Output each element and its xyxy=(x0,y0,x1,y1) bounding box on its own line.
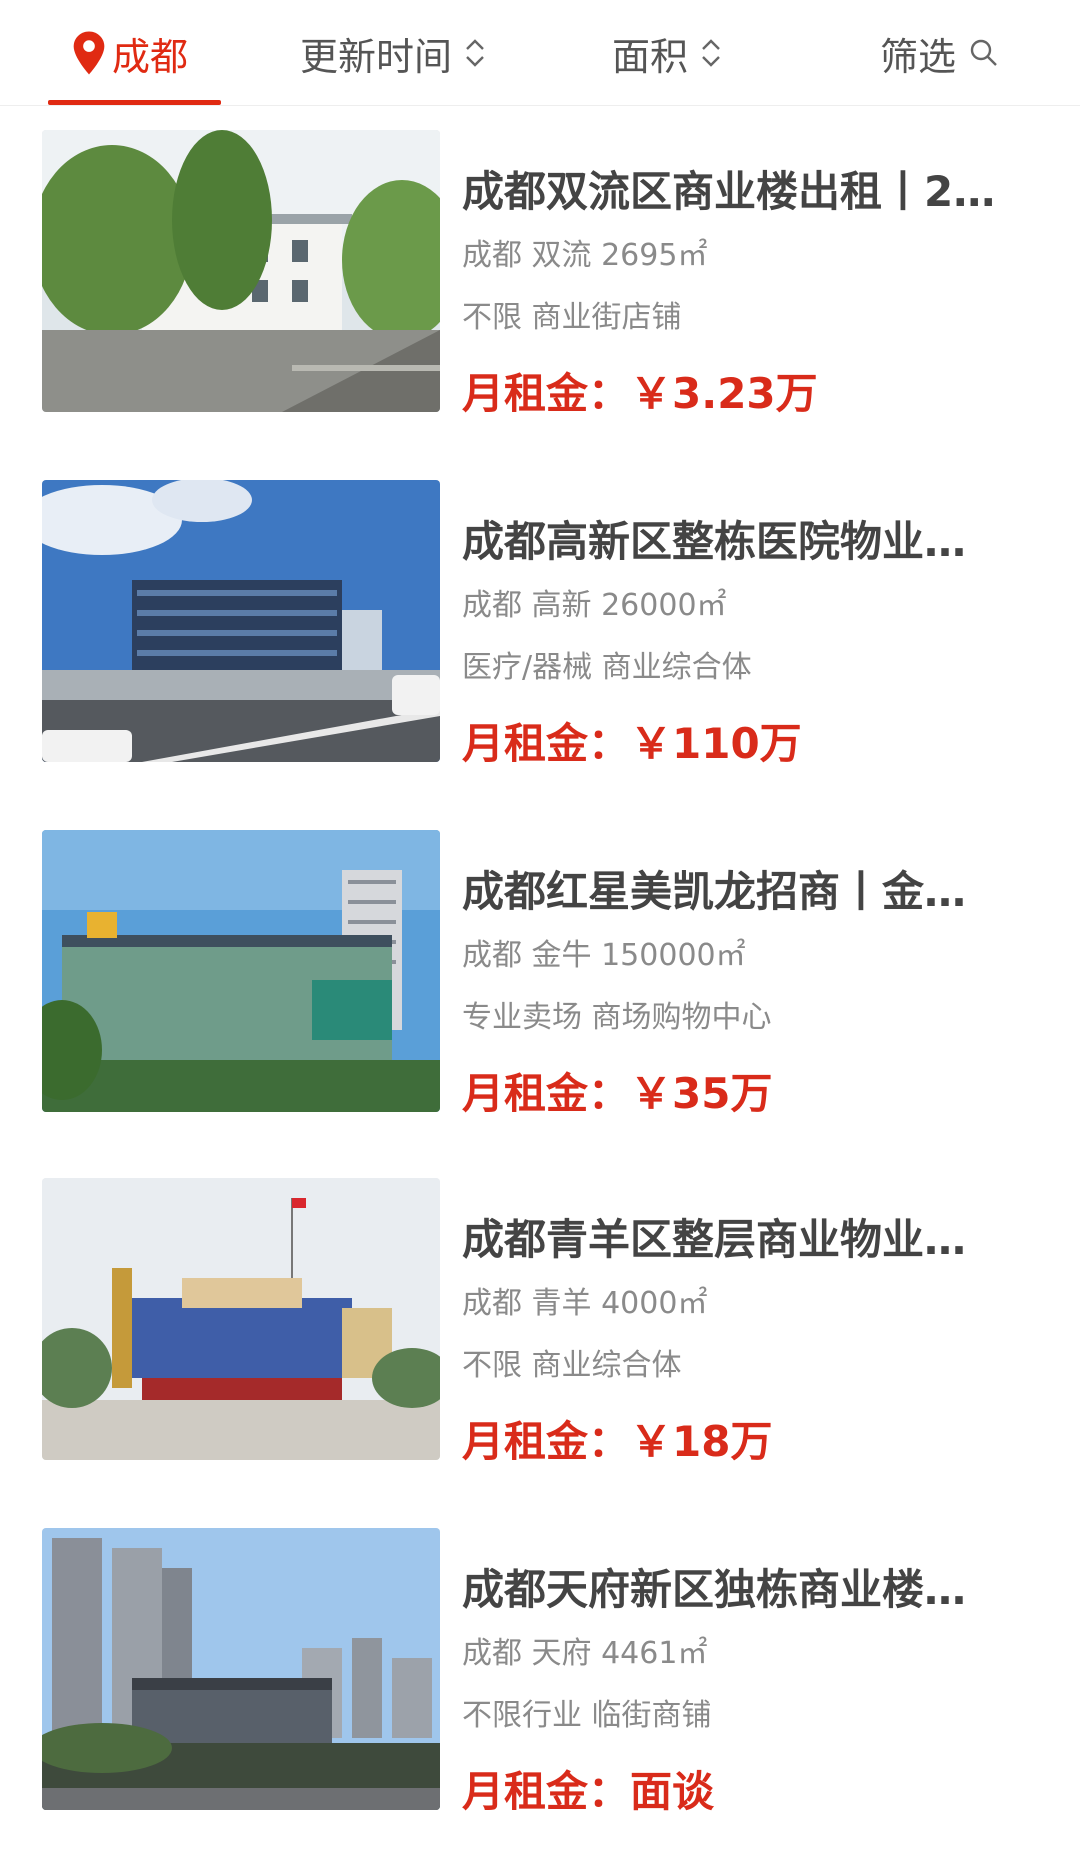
listing-industry: 不限行业 xyxy=(462,1698,582,1733)
city-selector[interactable]: 成都 xyxy=(70,0,188,106)
listing-card[interactable]: 成都青羊区整层商业物业… 成都 青羊 4000㎡ 不限 商业综合体 月租金：￥1… xyxy=(0,1168,1080,1466)
listing-city: 成都 xyxy=(462,588,522,623)
listing-type: 临街商铺 xyxy=(591,1698,712,1733)
listing-area: 4461㎡ xyxy=(601,1636,708,1671)
listing-category: 不限 商业综合体 xyxy=(462,1340,1042,1384)
listing-price: 月租金：￥3.23万 xyxy=(462,360,818,421)
city-label: 成都 xyxy=(112,34,189,79)
listing-price: 月租金：面谈 xyxy=(462,1758,714,1819)
listing-type: 商场购物中心 xyxy=(591,1000,772,1035)
price-label: 月租金： xyxy=(462,1417,631,1466)
price-value: ￥110万 xyxy=(630,719,802,768)
price-label: 月租金： xyxy=(462,369,631,418)
listing-price: 月租金：￥110万 xyxy=(462,710,802,771)
listing-industry: 不限 xyxy=(462,1348,522,1383)
listing-category: 不限行业 临街商铺 xyxy=(462,1690,1042,1734)
listing-area: 2695㎡ xyxy=(601,238,708,273)
filter-label: 筛选 xyxy=(880,34,957,79)
listing-industry: 医疗/器械 xyxy=(462,650,593,685)
active-tab-indicator xyxy=(48,100,221,105)
listing-area: 150000㎡ xyxy=(601,938,746,973)
listing-photo xyxy=(42,130,440,412)
listing-title: 成都天府新区独栋商业楼… xyxy=(462,1565,967,1614)
listing-type: 商业综合体 xyxy=(601,650,752,685)
listing-industry: 不限 xyxy=(462,300,522,335)
listing-title: 成都高新区整栋医院物业… xyxy=(462,517,967,566)
listing-district: 青羊 xyxy=(531,1286,592,1321)
price-value: 面谈 xyxy=(630,1767,715,1816)
sort-area-label: 面积 xyxy=(612,34,689,79)
listing-card[interactable]: 成都天府新区独栋商业楼… 成都 天府 4461㎡ 不限行业 临街商铺 月租金：面… xyxy=(0,1518,1080,1816)
listing-location: 成都 双流 2695㎡ xyxy=(462,230,1042,274)
listing-location: 成都 金牛 150000㎡ xyxy=(462,930,1042,974)
sort-arrows-icon xyxy=(698,33,724,73)
listing-card[interactable]: 成都双流区商业楼出租丨2… 成都 双流 2695㎡ 不限 商业街店铺 月租金：￥… xyxy=(0,120,1080,418)
price-label: 月租金： xyxy=(462,719,631,768)
filter-bar: 成都 更新时间 面积 筛选 xyxy=(0,0,1080,106)
listing-area: 4000㎡ xyxy=(601,1286,708,1321)
listing-industry: 专业卖场 xyxy=(462,1000,582,1035)
listing-photo xyxy=(42,1178,440,1460)
filter-button[interactable]: 筛选 xyxy=(880,0,1000,106)
listing-category: 不限 商业街店铺 xyxy=(462,292,1042,336)
listing-district: 高新 xyxy=(531,588,592,623)
listing-photo xyxy=(42,1528,440,1810)
listing-district: 双流 xyxy=(531,238,592,273)
listing-card[interactable]: 成都高新区整栋医院物业… 成都 高新 26000㎡ 医疗/器械 商业综合体 月租… xyxy=(0,470,1080,768)
listing-city: 成都 xyxy=(462,1636,522,1671)
listing-district: 金牛 xyxy=(531,938,592,973)
listing-city: 成都 xyxy=(462,938,522,973)
listing-category: 医疗/器械 商业综合体 xyxy=(462,642,1042,686)
sort-arrows-icon xyxy=(462,33,488,73)
price-label: 月租金： xyxy=(462,1767,631,1816)
listing-card[interactable]: 成都红星美凯龙招商丨金… 成都 金牛 150000㎡ 专业卖场 商场购物中心 月… xyxy=(0,820,1080,1118)
listing-photo xyxy=(42,830,440,1112)
listing-city: 成都 xyxy=(462,1286,522,1321)
listing-photo xyxy=(42,480,440,762)
sort-update-time-label: 更新时间 xyxy=(300,34,453,79)
listing-district: 天府 xyxy=(531,1636,592,1671)
price-value: ￥3.23万 xyxy=(630,369,818,418)
listing-category: 专业卖场 商场购物中心 xyxy=(462,992,1042,1036)
price-value: ￥35万 xyxy=(630,1069,773,1118)
listing-price: 月租金：￥18万 xyxy=(462,1408,772,1469)
listing-type: 商业综合体 xyxy=(531,1348,682,1383)
listing-price: 月租金：￥35万 xyxy=(462,1060,772,1121)
sort-area[interactable]: 面积 xyxy=(612,0,724,106)
listing-area: 26000㎡ xyxy=(601,588,727,623)
price-label: 月租金： xyxy=(462,1069,631,1118)
listing-title: 成都红星美凯龙招商丨金… xyxy=(462,867,967,916)
price-value: ￥18万 xyxy=(630,1417,773,1466)
location-pin-icon xyxy=(70,30,108,76)
sort-update-time[interactable]: 更新时间 xyxy=(300,0,488,106)
listing-location: 成都 天府 4461㎡ xyxy=(462,1628,1042,1672)
listing-location: 成都 高新 26000㎡ xyxy=(462,580,1042,624)
listing-type: 商业街店铺 xyxy=(531,300,682,335)
listing-title: 成都青羊区整层商业物业… xyxy=(462,1215,967,1264)
listing-title: 成都双流区商业楼出租丨2… xyxy=(462,167,996,216)
listing-location: 成都 青羊 4000㎡ xyxy=(462,1278,1042,1322)
search-icon xyxy=(968,37,1000,69)
listing-city: 成都 xyxy=(462,238,522,273)
